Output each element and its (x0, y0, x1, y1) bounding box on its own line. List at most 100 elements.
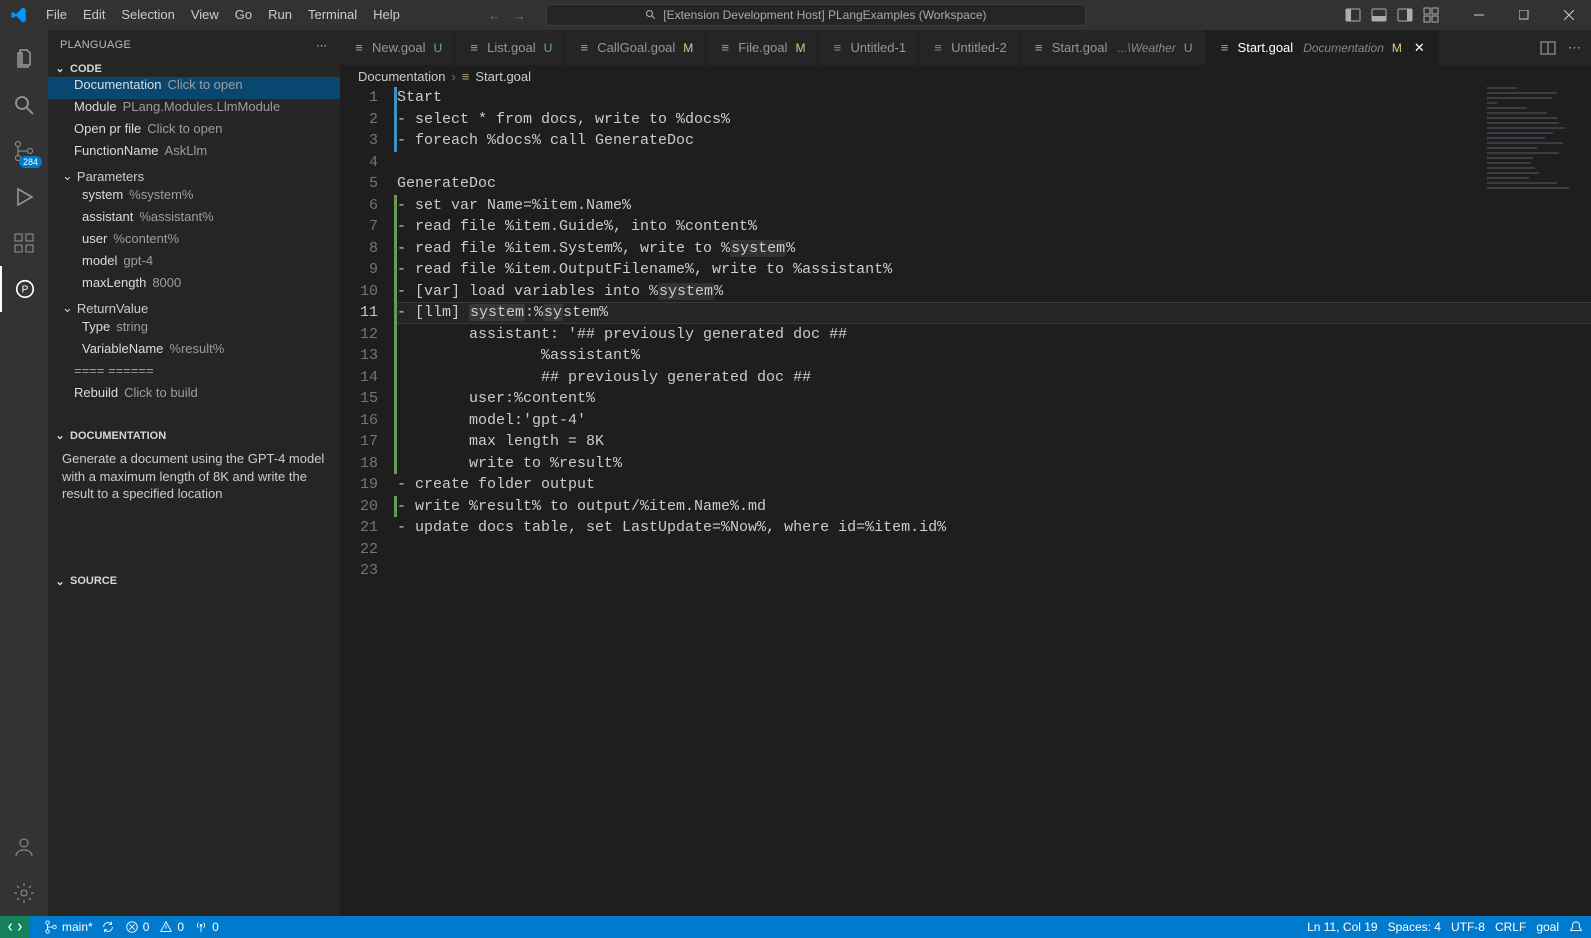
code-line[interactable]: %assistant% (397, 345, 1591, 367)
window-maximize-button[interactable] (1501, 0, 1546, 30)
tab-untitled-2[interactable]: ≡Untitled-2 (919, 30, 1020, 65)
code-line[interactable]: assistant: '## previously generated doc … (397, 324, 1591, 346)
status-ports[interactable]: 0 (194, 920, 219, 934)
nav-forward-icon[interactable]: → (513, 8, 526, 23)
status-branch[interactable]: main* (44, 920, 115, 934)
code-line[interactable]: - set var Name=%item.Name% (397, 195, 1591, 217)
sidebar-more-icon[interactable]: ⋯ (316, 39, 328, 52)
file-icon: ≡ (467, 40, 481, 55)
code-line[interactable]: user:%content% (397, 388, 1591, 410)
code-line[interactable]: - write %result% to output/%item.Name%.m… (397, 496, 1591, 518)
layout-panel-icon[interactable] (1371, 7, 1387, 23)
code-line[interactable]: ## previously generated doc ## (397, 367, 1591, 389)
param-system[interactable]: system%system% (48, 187, 340, 209)
code-line[interactable]: - foreach %docs% call GenerateDoc (397, 130, 1591, 152)
menu-go[interactable]: Go (227, 0, 260, 30)
status-indentation[interactable]: Spaces: 4 (1388, 920, 1441, 934)
rv-type[interactable]: Typestring (48, 319, 340, 341)
crumb-folder[interactable]: Documentation (358, 69, 445, 84)
activity-accounts[interactable] (0, 824, 48, 870)
menu-help[interactable]: Help (365, 0, 408, 30)
code-line[interactable]: max length = 8K (397, 431, 1591, 453)
radio-tower-icon (194, 920, 208, 934)
debug-icon (12, 185, 36, 209)
rv-varname[interactable]: VariableName%result% (48, 341, 340, 363)
tree-returnvalue[interactable]: ⌄ ReturnValue (48, 297, 340, 319)
param-maxlength[interactable]: maxLength8000 (48, 275, 340, 297)
breadcrumbs[interactable]: Documentation › ≡ Start.goal (340, 65, 1591, 87)
param-assistant[interactable]: assistant%assistant% (48, 209, 340, 231)
status-notifications[interactable] (1569, 920, 1583, 934)
code-line[interactable]: - update docs table, set LastUpdate=%Now… (397, 517, 1591, 539)
tab-start-goal-documentation[interactable]: ≡Start.goalDocumentationM✕ (1206, 30, 1438, 65)
activity-source-control[interactable]: 284 (0, 128, 48, 174)
code-line[interactable] (397, 560, 1591, 582)
sidebar-header: PLANGUAGE ⋯ (48, 30, 340, 60)
code-editor[interactable]: 1234567891011121314151617181920212223 St… (340, 87, 1591, 916)
menu-terminal[interactable]: Terminal (300, 0, 365, 30)
tab-untitled-1[interactable]: ≡Untitled-1 (818, 30, 919, 65)
tree-parameters[interactable]: ⌄ Parameters (48, 165, 340, 187)
status-encoding[interactable]: UTF-8 (1451, 920, 1485, 934)
customize-layout-icon[interactable] (1423, 7, 1439, 23)
code-line[interactable] (397, 539, 1591, 561)
tab-more-icon[interactable]: ⋯ (1568, 40, 1581, 56)
tab-start-goal-weather[interactable]: ≡Start.goal...\WeatherU (1020, 30, 1206, 65)
chevron-down-icon: ⌄ (62, 300, 73, 316)
activity-search[interactable] (0, 82, 48, 128)
code-line[interactable]: - select * from docs, write to %docs% (397, 109, 1591, 131)
window-minimize-button[interactable] (1456, 0, 1501, 30)
status-problems[interactable]: 0 0 (125, 920, 184, 934)
code-line[interactable]: - [llm] system:%system% (397, 302, 1591, 324)
window-close-button[interactable] (1546, 0, 1591, 30)
nav-back-icon[interactable]: ← (488, 8, 501, 23)
tree-rebuild[interactable]: Rebuild Click to build (48, 385, 340, 407)
menu-selection[interactable]: Selection (113, 0, 182, 30)
tree-divider: ==== ====== (48, 363, 340, 385)
command-center-search[interactable]: [Extension Development Host] PLangExampl… (546, 4, 1086, 26)
tab-file-goal[interactable]: ≡File.goalM (706, 30, 818, 65)
tree-documentation[interactable]: Documentation Click to open (48, 77, 340, 99)
menu-edit[interactable]: Edit (75, 0, 113, 30)
activity-run-debug[interactable] (0, 174, 48, 220)
status-remote[interactable] (0, 916, 30, 938)
activity-plang[interactable]: P (0, 266, 48, 312)
tree-open-pr-file[interactable]: Open pr file Click to open (48, 121, 340, 143)
tree-function-name[interactable]: FunctionName AskLlm (48, 143, 340, 165)
menu-view[interactable]: View (183, 0, 227, 30)
status-cursor-position[interactable]: Ln 11, Col 19 (1307, 920, 1378, 934)
code-line[interactable]: - read file %item.Guide%, into %content% (397, 216, 1591, 238)
layout-secondary-sidebar-icon[interactable] (1397, 7, 1413, 23)
activity-explorer[interactable] (0, 36, 48, 82)
code-content[interactable]: Start- select * from docs, write to %doc… (397, 87, 1591, 916)
code-line[interactable]: - read file %item.System%, write to %sys… (397, 238, 1591, 260)
tab-new-goal[interactable]: ≡New.goalU (340, 30, 455, 65)
section-source[interactable]: ⌄ SOURCE (48, 573, 340, 590)
status-language[interactable]: goal (1536, 920, 1559, 934)
code-line[interactable]: GenerateDoc (397, 173, 1591, 195)
code-line[interactable]: - read file %item.OutputFilename%, write… (397, 259, 1591, 281)
activity-extensions[interactable] (0, 220, 48, 266)
section-code-label: CODE (70, 63, 102, 75)
code-line[interactable]: - create folder output (397, 474, 1591, 496)
status-eol[interactable]: CRLF (1495, 920, 1526, 934)
crumb-file[interactable]: Start.goal (475, 69, 531, 84)
tab-list-goal[interactable]: ≡List.goalU (455, 30, 565, 65)
param-user[interactable]: user%content% (48, 231, 340, 253)
tree-module[interactable]: Module PLang.Modules.LlmModule (48, 99, 340, 121)
param-model[interactable]: modelgpt-4 (48, 253, 340, 275)
code-line[interactable]: - [var] load variables into %system% (397, 281, 1591, 303)
code-line[interactable]: Start (397, 87, 1591, 109)
close-tab-icon[interactable]: ✕ (1414, 40, 1425, 56)
code-line[interactable] (397, 152, 1591, 174)
code-line[interactable]: model:'gpt-4' (397, 410, 1591, 432)
code-line[interactable]: write to %result% (397, 453, 1591, 475)
activity-settings[interactable] (0, 870, 48, 916)
layout-primary-sidebar-icon[interactable] (1345, 7, 1361, 23)
section-code[interactable]: ⌄ CODE (48, 60, 340, 77)
section-documentation[interactable]: ⌄ DOCUMENTATION (48, 427, 340, 444)
menu-run[interactable]: Run (260, 0, 300, 30)
split-editor-icon[interactable] (1540, 40, 1556, 56)
menu-file[interactable]: File (38, 0, 75, 30)
tab-callgoal-goal[interactable]: ≡CallGoal.goalM (565, 30, 706, 65)
